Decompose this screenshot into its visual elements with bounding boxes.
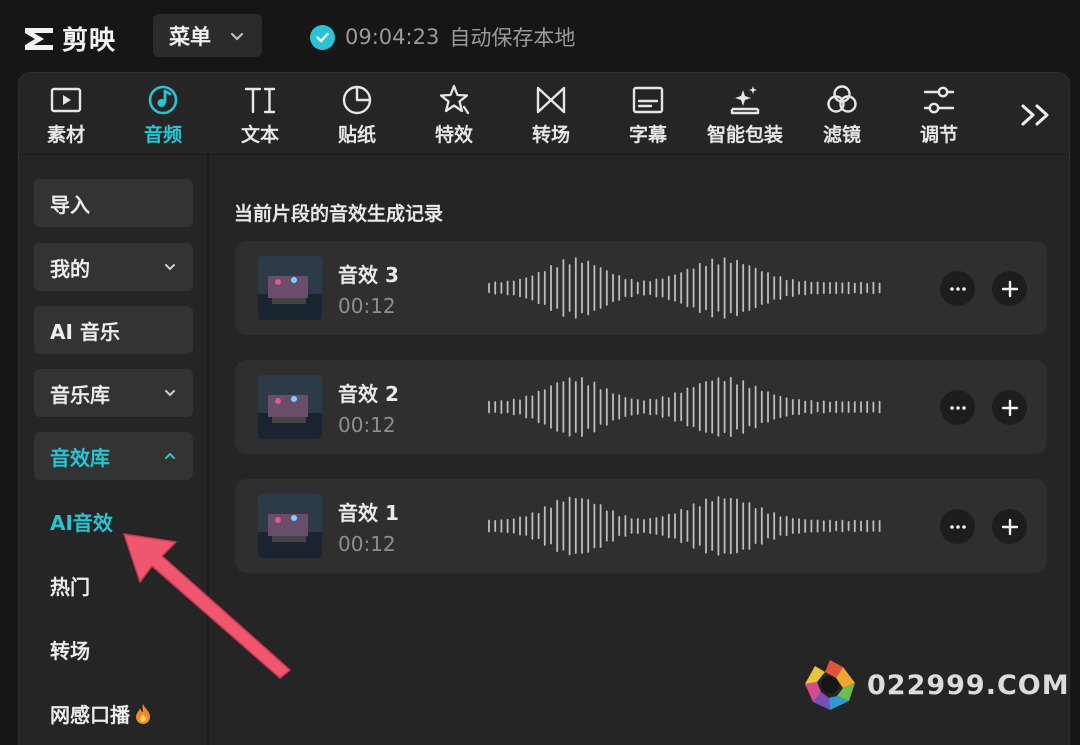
watermark-text: 022999.COM bbox=[867, 669, 1070, 701]
capcut-logo-icon bbox=[25, 27, 53, 50]
sidebar-item-mine[interactable]: 我的 bbox=[34, 243, 193, 291]
filter-icon bbox=[827, 85, 857, 113]
section-title: 当前片段的音效生成记录 bbox=[234, 203, 444, 225]
sidebar-item-label: 我的 bbox=[50, 256, 90, 281]
resource-panel: 素材 音频 文本 贴纸 特效 转场 字幕 智能包装 滤镜 调节 导入 我的 AI… bbox=[18, 72, 1070, 745]
chevron-down-icon bbox=[230, 32, 244, 41]
sidebar-subitem-ai-sfx[interactable]: AI音效 bbox=[50, 507, 113, 536]
sfx-item[interactable]: 音效 3 00:12 bbox=[235, 241, 1047, 335]
add-button[interactable] bbox=[992, 271, 1027, 306]
tab-label: 转场 bbox=[531, 124, 570, 146]
tab-label: 滤镜 bbox=[822, 124, 861, 146]
tab-label: 素材 bbox=[46, 124, 85, 146]
tab-media[interactable]: 素材 bbox=[21, 83, 111, 147]
more-dots-icon bbox=[949, 286, 966, 291]
check-icon bbox=[310, 24, 335, 50]
sidebar-item-label: 音效库 bbox=[50, 445, 110, 470]
tab-stickers[interactable]: 贴纸 bbox=[312, 83, 402, 147]
audio-note-icon bbox=[148, 85, 178, 115]
menu-button[interactable]: 菜单 bbox=[153, 14, 262, 57]
app-logo: 剪映 bbox=[22, 20, 116, 57]
add-button[interactable] bbox=[992, 509, 1027, 544]
top-bar: 剪映 菜单 09:04:23 自动保存本地 bbox=[0, 0, 1080, 72]
tab-filters[interactable]: 滤镜 bbox=[797, 83, 887, 147]
double-chevron-right-icon[interactable] bbox=[1017, 97, 1057, 133]
autosave-time: 09:04:23 bbox=[345, 25, 440, 49]
sfx-thumbnail bbox=[258, 494, 322, 558]
plus-icon bbox=[1001, 518, 1018, 535]
sidebar-item-label: AI 音乐 bbox=[50, 319, 120, 344]
chevron-down-icon bbox=[165, 390, 175, 397]
tab-label: 调节 bbox=[919, 124, 958, 146]
sidebar-item-ai-music[interactable]: AI 音乐 bbox=[34, 306, 193, 354]
category-toolbar: 素材 音频 文本 贴纸 特效 转场 字幕 智能包装 滤镜 调节 bbox=[19, 73, 1069, 155]
more-options-button[interactable] bbox=[940, 390, 975, 425]
chevron-down-icon bbox=[165, 264, 175, 271]
sidebar-item-music-library[interactable]: 音乐库 bbox=[34, 369, 193, 417]
effects-star-icon bbox=[439, 84, 470, 115]
tab-smart-package[interactable]: 智能包装 bbox=[700, 83, 790, 147]
sidebar-subitem-label: 网感口播 bbox=[50, 703, 130, 727]
sidebar-item-sfx-library[interactable]: 音效库 bbox=[34, 432, 193, 480]
watermark-logo-icon bbox=[805, 660, 855, 710]
sfx-item[interactable]: 音效 1 00:12 bbox=[235, 479, 1047, 573]
sticker-icon bbox=[342, 85, 372, 115]
autosave-status: 09:04:23 自动保存本地 bbox=[310, 22, 575, 52]
sfx-name: 音效 2 bbox=[338, 382, 399, 406]
more-options-button[interactable] bbox=[940, 271, 975, 306]
sidebar-item-label: 导入 bbox=[50, 192, 90, 217]
caption-icon bbox=[632, 86, 664, 114]
waveform bbox=[488, 376, 881, 438]
transition-icon bbox=[536, 86, 566, 114]
autosave-text: 自动保存本地 bbox=[449, 26, 576, 50]
sidebar-subitem-trending[interactable]: 网感口播 bbox=[50, 699, 152, 728]
watermark: 022999.COM bbox=[803, 658, 1070, 712]
chevron-up-icon bbox=[165, 452, 175, 459]
tab-label: 字幕 bbox=[628, 124, 667, 146]
audio-sidebar: 导入 我的 AI 音乐 音乐库 音效库 AI音效 热门 转场 网感口播 bbox=[19, 155, 209, 745]
sfx-item[interactable]: 音效 2 00:12 bbox=[235, 360, 1047, 454]
app-name: 剪映 bbox=[62, 26, 117, 56]
adjust-sliders-icon bbox=[923, 86, 955, 114]
tab-label: 文本 bbox=[240, 124, 279, 146]
waveform bbox=[488, 496, 881, 556]
sidebar-item-label: 音乐库 bbox=[50, 382, 110, 407]
more-options-button[interactable] bbox=[940, 509, 975, 544]
smart-package-icon bbox=[730, 86, 760, 115]
add-button[interactable] bbox=[992, 390, 1027, 425]
tab-label: 音频 bbox=[143, 124, 182, 146]
sfx-duration: 00:12 bbox=[338, 532, 396, 556]
fire-icon bbox=[136, 703, 150, 724]
plus-icon bbox=[1001, 399, 1018, 416]
text-ti-icon bbox=[244, 87, 276, 114]
media-play-icon bbox=[50, 87, 82, 113]
sfx-name: 音效 3 bbox=[338, 263, 399, 287]
tab-captions[interactable]: 字幕 bbox=[603, 83, 693, 147]
tab-label: 贴纸 bbox=[337, 124, 376, 146]
tab-transitions[interactable]: 转场 bbox=[506, 83, 596, 147]
tab-label: 智能包装 bbox=[706, 124, 783, 146]
tab-label: 特效 bbox=[434, 124, 473, 146]
tab-audio[interactable]: 音频 bbox=[118, 83, 208, 147]
sfx-duration: 00:12 bbox=[338, 294, 396, 318]
sfx-duration: 00:12 bbox=[338, 413, 396, 437]
sfx-thumbnail bbox=[258, 256, 322, 320]
tab-text[interactable]: 文本 bbox=[215, 83, 305, 147]
tab-effects[interactable]: 特效 bbox=[409, 83, 499, 147]
plus-icon bbox=[1001, 280, 1018, 297]
more-dots-icon bbox=[949, 405, 966, 410]
waveform bbox=[488, 257, 881, 319]
sidebar-subitem-transition[interactable]: 转场 bbox=[50, 635, 90, 664]
sidebar-item-import[interactable]: 导入 bbox=[34, 179, 193, 227]
more-dots-icon bbox=[949, 524, 966, 529]
sfx-thumbnail bbox=[258, 375, 322, 439]
sfx-name: 音效 1 bbox=[338, 501, 399, 525]
tab-adjust[interactable]: 调节 bbox=[894, 83, 984, 147]
sidebar-subitem-hot[interactable]: 热门 bbox=[50, 571, 90, 600]
menu-button-label: 菜单 bbox=[169, 24, 211, 49]
